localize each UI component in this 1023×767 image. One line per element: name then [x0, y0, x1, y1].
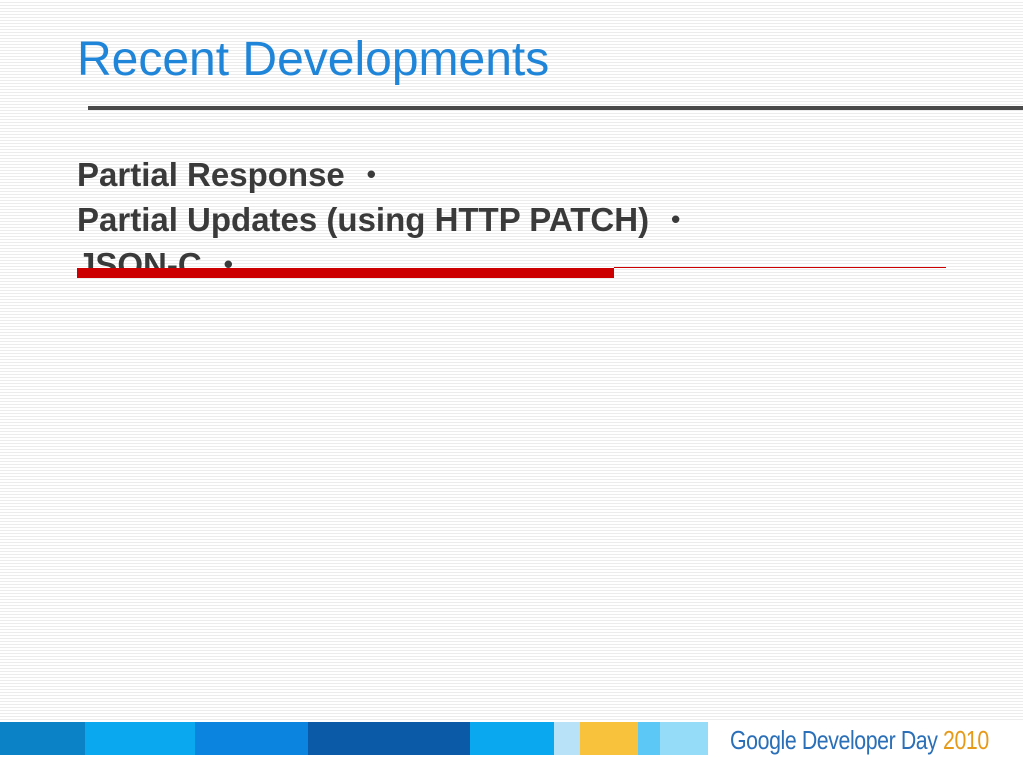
bullet-marker: • — [366, 159, 376, 189]
bullet-item-partial-response: Partial Response • — [77, 152, 680, 197]
footer-stripe — [195, 722, 308, 755]
footer-stripe — [580, 722, 638, 755]
bullet-item-json-c: JSON-C • — [77, 242, 680, 287]
logo-event-text: Developer Day — [801, 725, 938, 755]
footer-stripe — [85, 722, 195, 755]
footer: Google Developer Day 2010 — [0, 720, 1023, 767]
footer-stripe — [638, 722, 660, 755]
logo-year-text: 2010 — [943, 725, 989, 755]
title-divider — [88, 106, 1023, 110]
footer-stripe — [470, 722, 554, 755]
bullet-list: Partial Response • Partial Updates (usin… — [77, 152, 680, 287]
footer-color-stripes — [0, 722, 708, 755]
footer-stripe — [308, 722, 470, 755]
footer-stripe — [554, 722, 580, 755]
bullet-text: Partial Updates (using HTTP PATCH) — [77, 200, 650, 238]
logo-google-text: Google — [730, 725, 797, 755]
bullet-item-partial-updates: Partial Updates (using HTTP PATCH) • — [77, 197, 680, 242]
red-accent-line — [614, 267, 946, 268]
bullet-marker: • — [671, 204, 681, 234]
footer-stripe — [0, 722, 85, 755]
bullet-text: Partial Response — [77, 155, 345, 193]
footer-stripe — [660, 722, 708, 755]
slide-title: Recent Developments — [77, 33, 550, 86]
google-developer-day-logo: Google Developer Day 2010 — [730, 722, 989, 758]
red-accent-bar — [77, 268, 614, 278]
